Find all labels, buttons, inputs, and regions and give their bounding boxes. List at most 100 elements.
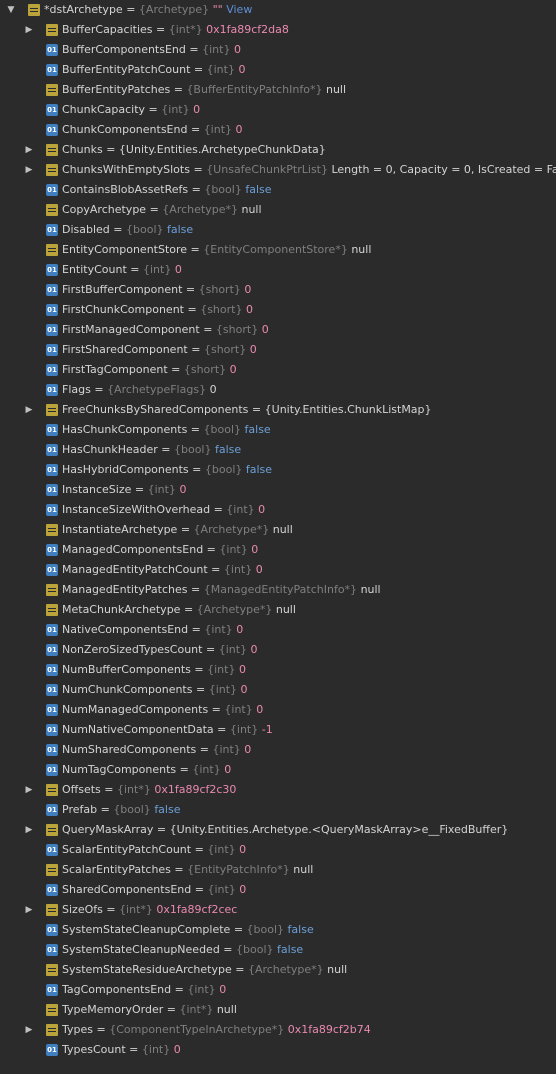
variable-name: NumTagComponents xyxy=(62,763,177,776)
variable-row[interactable]: 01 HasHybridComponents = {bool} false xyxy=(0,460,556,480)
equals-sign: = xyxy=(189,163,207,176)
variable-row[interactable]: 01 ChunkCapacity = {int} 0 xyxy=(0,100,556,120)
primitive-icon: 01 xyxy=(46,384,58,396)
variable-row[interactable]: 01 ScalarEntityPatchCount = {int} 0 xyxy=(0,840,556,860)
primitive-icon: 01 xyxy=(46,124,58,136)
variable-value: 0x1fa89cf2cec xyxy=(156,903,238,916)
variable-row[interactable]: ManagedEntityPatches = {ManagedEntityPat… xyxy=(0,580,556,600)
variable-row[interactable]: 01 FirstTagComponent = {short} 0 xyxy=(0,360,556,380)
variable-row[interactable]: 01 InstanceSize = {int} 0 xyxy=(0,480,556,500)
variable-type: {int*} xyxy=(168,23,203,36)
variable-row[interactable]: 01 HasChunkHeader = {bool} false xyxy=(0,440,556,460)
variable-row[interactable]: 01 NumSharedComponents = {int} 0 xyxy=(0,740,556,760)
variable-row[interactable]: ▶ Types = {ComponentTypeInArchetype*} 0x1… xyxy=(0,1020,556,1040)
variable-row[interactable]: 01 TagComponentsEnd = {int} 0 xyxy=(0,980,556,1000)
primitive-icon: 01 xyxy=(46,444,58,456)
equals-sign: = xyxy=(187,423,204,436)
variable-name: FirstManagedComponent xyxy=(62,323,200,336)
variable-row[interactable]: 01 SystemStateCleanupNeeded = {bool} fals… xyxy=(0,940,556,960)
variable-row[interactable]: 01 SystemStateCleanupComplete = {bool} fa… xyxy=(0,920,556,940)
variable-value: null xyxy=(241,203,262,216)
variable-row[interactable]: ▶ Chunks = {Unity.Entities.ArchetypeChunk… xyxy=(0,140,556,160)
variable-row[interactable]: ▶ Offsets = {int*} 0x1fa89cf2c30 xyxy=(0,780,556,800)
variable-type: {bool} xyxy=(204,183,242,196)
variable-row[interactable]: SystemStateResidueArchetype = {Archetype… xyxy=(0,960,556,980)
equals-sign: = xyxy=(90,383,108,396)
variable-value: 0 xyxy=(258,503,266,516)
primitive-icon: 01 xyxy=(46,564,58,576)
variable-row[interactable]: MetaChunkArchetype = {Archetype*} null xyxy=(0,600,556,620)
variable-row[interactable]: 01 NumChunkComponents = {int} 0 xyxy=(0,680,556,700)
variable-row[interactable]: 01 ContainsBlobAssetRefs = {bool} false xyxy=(0,180,556,200)
variable-value: 0 xyxy=(193,103,201,116)
equals-sign: = xyxy=(109,223,127,236)
variable-row[interactable]: 01 NumManagedComponents = {int} 0 xyxy=(0,700,556,720)
variable-row[interactable]: 01 EntityCount = {int} 0 xyxy=(0,260,556,280)
variable-row[interactable]: 01 Prefab = {bool} false xyxy=(0,800,556,820)
chevron-right-icon[interactable]: ▶ xyxy=(24,1025,34,1035)
variable-row[interactable]: 01 BufferEntityPatchCount = {int} 0 xyxy=(0,60,556,80)
primitive-icon: 01 xyxy=(46,64,58,76)
variable-value: 0 xyxy=(173,1043,181,1056)
variable-row[interactable]: ▶ FreeChunksBySharedComponents = {Unity.E… xyxy=(0,400,556,420)
variable-row[interactable]: 01 BufferComponentsEnd = {int} 0 xyxy=(0,40,556,60)
variable-name: SizeOfs xyxy=(62,903,103,916)
variable-value: null xyxy=(360,583,381,596)
variable-row[interactable]: ▶ BufferCapacities = {int*} 0x1fa89cf2da8 xyxy=(0,20,556,40)
variable-row[interactable]: 01 HasChunkComponents = {bool} false xyxy=(0,420,556,440)
equals-sign: = xyxy=(176,763,193,776)
variable-row[interactable]: 01 ManagedEntityPatchCount = {int} 0 xyxy=(0,560,556,580)
variable-row[interactable]: 01 NumNativeComponentData = {int} -1 xyxy=(0,720,556,740)
chevron-right-icon[interactable]: ▶ xyxy=(24,25,34,35)
variable-row[interactable]: 01 TypesCount = {int} 0 xyxy=(0,1040,556,1060)
equals-sign: = xyxy=(230,923,247,936)
variable-row[interactable]: EntityComponentStore = {EntityComponentS… xyxy=(0,240,556,260)
variable-row[interactable]: 01 FirstManagedComponent = {short} 0 xyxy=(0,320,556,340)
variable-row[interactable]: TypeMemoryOrder = {int*} null xyxy=(0,1000,556,1020)
variable-row[interactable]: InstantiateArchetype = {Archetype*} null xyxy=(0,520,556,540)
variable-type: {EntityComponentStore*} xyxy=(203,243,348,256)
variable-row[interactable]: 01 FirstChunkComponent = {short} 0 xyxy=(0,300,556,320)
chevron-right-icon[interactable]: ▶ xyxy=(24,825,34,835)
variable-name: Disabled xyxy=(62,223,110,236)
variable-name: FirstTagComponent xyxy=(62,363,168,376)
chevron-right-icon[interactable]: ▶ xyxy=(24,165,34,175)
variable-row[interactable]: 01 NumTagComponents = {int} 0 xyxy=(0,760,556,780)
variable-type: {int} xyxy=(223,563,253,576)
variable-row[interactable]: ScalarEntityPatches = {EntityPatchInfo*}… xyxy=(0,860,556,880)
variable-row[interactable]: BufferEntityPatches = {BufferEntityPatch… xyxy=(0,80,556,100)
variable-name: BufferEntityPatchCount xyxy=(62,63,191,76)
field-icon xyxy=(46,584,58,596)
variable-row[interactable]: 01 Flags = {ArchetypeFlags} 0 xyxy=(0,380,556,400)
variable-row[interactable]: 01 SharedComponentsEnd = {int} 0 xyxy=(0,880,556,900)
variable-name: Offsets xyxy=(62,783,101,796)
chevron-right-icon[interactable]: ▶ xyxy=(24,905,34,915)
variable-type: {int} xyxy=(192,763,221,776)
chevron-right-icon[interactable]: ▶ xyxy=(24,785,34,795)
variable-name: ContainsBlobAssetRefs xyxy=(62,183,189,196)
variable-name: BufferCapacities xyxy=(62,23,153,36)
variable-row[interactable]: CopyArchetype = {Archetype*} null xyxy=(0,200,556,220)
chevron-right-icon[interactable]: ▶ xyxy=(24,405,34,415)
variable-row[interactable]: 01 ChunkComponentsEnd = {int} 0 xyxy=(0,120,556,140)
equals-sign: = xyxy=(163,1003,180,1016)
variable-row[interactable]: 01 FirstSharedComponent = {short} 0 xyxy=(0,340,556,360)
variable-row[interactable]: ▶ SizeOfs = {int*} 0x1fa89cf2cec xyxy=(0,900,556,920)
chevron-right-icon[interactable]: ▶ xyxy=(24,145,34,155)
variable-row[interactable]: 01 InstanceSizeWithOverhead = {int} 0 xyxy=(0,500,556,520)
root-row[interactable]: ▼ *dstArchetype = {Archetype} "" View xyxy=(0,0,556,20)
variable-row[interactable]: 01 NonZeroSizedTypesCount = {int} 0 xyxy=(0,640,556,660)
variable-name: FreeChunksBySharedComponents xyxy=(62,403,249,416)
variable-row[interactable]: 01 NativeComponentsEnd = {int} 0 xyxy=(0,620,556,640)
variable-row[interactable]: 01 NumBufferComponents = {int} 0 xyxy=(0,660,556,680)
variable-row[interactable]: 01 ManagedComponentsEnd = {int} 0 xyxy=(0,540,556,560)
variable-row[interactable]: ▶ QueryMaskArray = {Unity.Entities.Archet… xyxy=(0,820,556,840)
equals-sign: = xyxy=(126,263,143,276)
view-link[interactable]: View xyxy=(226,3,252,16)
variable-name: NumManagedComponents xyxy=(62,703,209,716)
variable-row[interactable]: 01 Disabled = {bool} false xyxy=(0,220,556,240)
variable-row[interactable]: ▶ ChunksWithEmptySlots = {UnsafeChunkPtrL… xyxy=(0,160,556,180)
equals-sign: = xyxy=(196,743,213,756)
variable-row[interactable]: 01 FirstBufferComponent = {short} 0 xyxy=(0,280,556,300)
chevron-down-icon[interactable]: ▼ xyxy=(6,5,16,15)
